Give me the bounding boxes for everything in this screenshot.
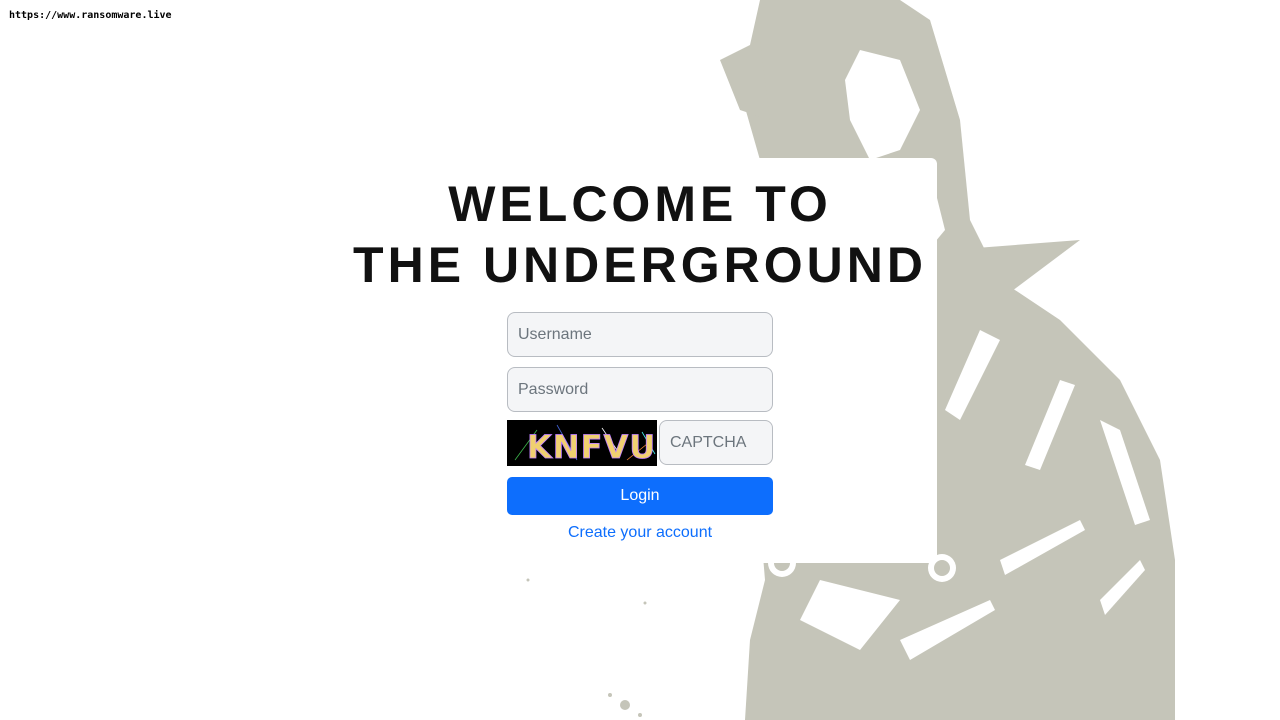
create-account-link[interactable]: Create your account bbox=[507, 524, 773, 542]
page-title-line-2: THE UNDERGROUND bbox=[353, 237, 927, 293]
page-title: WELCOME TO THE UNDERGROUND bbox=[340, 174, 940, 296]
captcha-input[interactable] bbox=[659, 420, 773, 465]
login-page: https://www.ransomware.live WELCOME TO T… bbox=[0, 0, 1280, 720]
captcha-image: KNFVU bbox=[507, 420, 657, 466]
page-title-line-1: WELCOME TO bbox=[448, 176, 832, 232]
captcha-code-text: KNFVU bbox=[527, 428, 656, 466]
source-url-label: https://www.ransomware.live bbox=[9, 10, 172, 21]
login-button[interactable]: Login bbox=[507, 477, 773, 515]
username-input[interactable] bbox=[507, 312, 773, 357]
password-input[interactable] bbox=[507, 367, 773, 412]
